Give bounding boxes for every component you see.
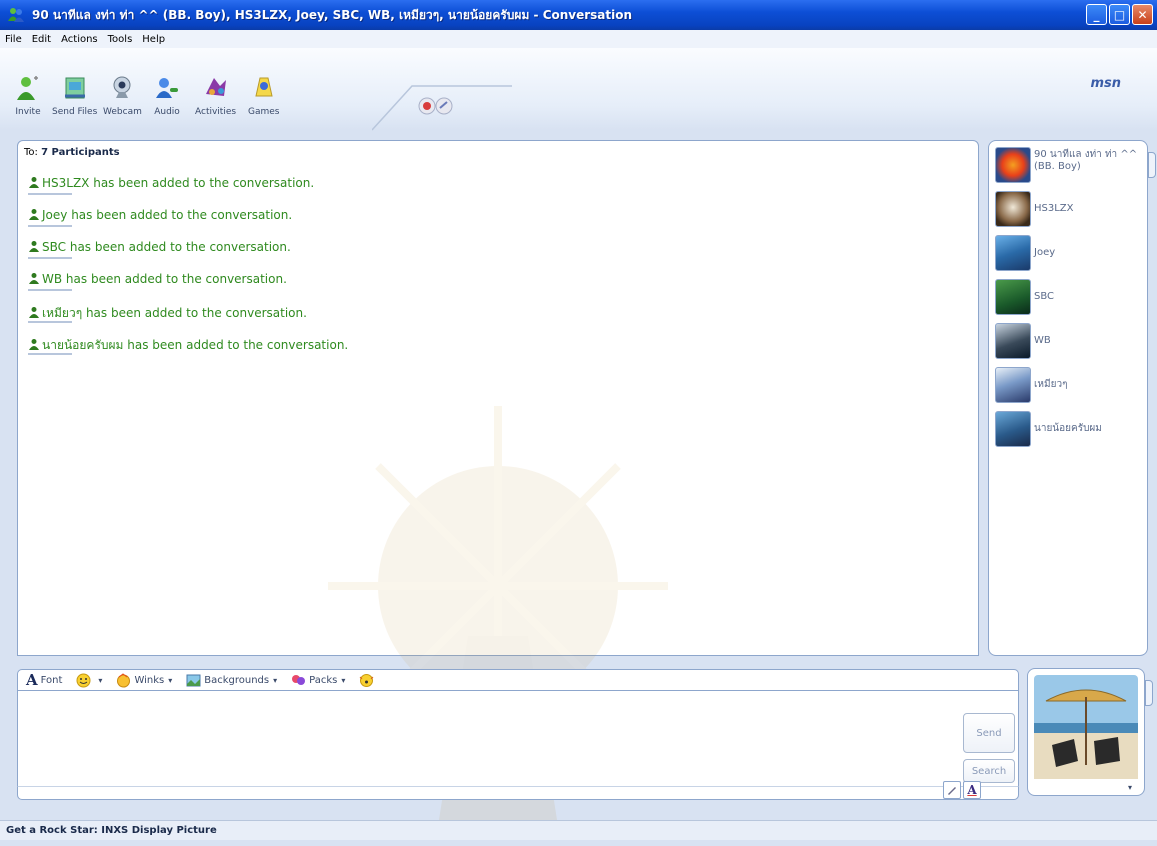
menu-edit[interactable]: Edit — [27, 34, 56, 45]
message-line: Joey has been added to the conversation. — [28, 208, 292, 227]
participant-item[interactable]: เหมียวๆ — [995, 367, 1142, 403]
participants-panel: 90 นาทีแล งท่า ท่า ^^ (BB. Boy) HS3LZX J… — [988, 140, 1148, 656]
toolbar-swoosh — [372, 85, 512, 131]
avatar — [995, 367, 1031, 403]
audio-button[interactable]: Audio — [153, 74, 181, 117]
nudge-button[interactable] — [359, 673, 377, 688]
avatar — [995, 235, 1031, 271]
text-mode-tab[interactable]: A — [963, 781, 981, 799]
winks-button[interactable]: Winks ▾ — [116, 672, 173, 688]
invite-icon — [17, 76, 38, 100]
conversation-history[interactable]: HS3LZX has been added to the conversatio… — [17, 166, 979, 826]
menu-actions[interactable]: Actions — [56, 34, 103, 45]
packs-icon — [292, 674, 306, 685]
menu-file[interactable]: File — [0, 34, 27, 45]
input-mode-tabs: A — [943, 781, 981, 799]
status-bar: Get a Rock Star: INXS Display Picture — [0, 820, 1157, 840]
participant-item[interactable]: นายน้อยครับผม — [995, 411, 1142, 447]
avatar — [995, 323, 1031, 359]
avatar — [995, 411, 1031, 447]
maximize-button[interactable]: □ — [1109, 4, 1130, 25]
message-line: นายน้อยครับผม has been added to the conv… — [28, 336, 348, 355]
to-participants-bar: To: 7 Participants — [17, 140, 979, 167]
my-display-picture[interactable] — [1034, 675, 1138, 779]
message-line: เหมียวๆ has been added to the conversati… — [28, 304, 307, 323]
person-icon — [29, 307, 39, 318]
person-icon — [29, 339, 39, 350]
close-button[interactable]: ✕ — [1132, 4, 1153, 25]
my-display-picture-panel: ▾ — [1027, 668, 1145, 796]
emoticons-button[interactable]: ▾ — [76, 673, 102, 688]
search-button[interactable]: Search — [963, 759, 1015, 783]
participants-count[interactable]: 7 Participants — [41, 147, 120, 158]
pen-icon — [948, 787, 956, 795]
message-input[interactable]: Send Search — [17, 691, 1019, 786]
participant-item[interactable]: WB — [995, 323, 1142, 359]
participant-item[interactable]: HS3LZX — [995, 191, 1142, 227]
participant-item[interactable]: SBC — [995, 279, 1142, 315]
games-button[interactable]: Games — [248, 74, 279, 117]
window-title: 90 นาทีแล งท่า ท่า ^^ (BB. Boy), HS3LZX,… — [32, 7, 633, 22]
to-label: To: — [24, 147, 38, 158]
format-toolbar: A Font ▾ Winks ▾ Backgrounds ▾ Packs ▾ — [17, 669, 1019, 691]
font-button[interactable]: A Font — [26, 671, 62, 689]
invite-button[interactable]: Invite — [14, 74, 42, 117]
chevron-down-icon: ▾ — [341, 675, 346, 685]
send-button[interactable]: Send — [963, 713, 1015, 753]
message-line: WB has been added to the conversation. — [28, 272, 287, 291]
winks-icon — [117, 672, 131, 687]
chevron-down-icon: ▾ — [98, 675, 103, 685]
person-icon — [29, 177, 39, 188]
smiley-icon — [76, 673, 91, 687]
person-icon — [29, 241, 39, 252]
send-files-button[interactable]: Send Files — [52, 74, 97, 117]
font-icon: A — [26, 671, 38, 689]
avatar — [995, 191, 1031, 227]
chevron-down-icon: ▾ — [168, 675, 173, 685]
activities-icon — [205, 78, 226, 96]
games-icon — [255, 77, 273, 97]
send-files-icon — [64, 77, 85, 99]
chevron-down-icon: ▾ — [273, 675, 278, 685]
menu-help[interactable]: Help — [137, 34, 170, 45]
msn-logo: msn — [1090, 76, 1121, 91]
avatar — [995, 279, 1031, 315]
participant-item[interactable]: Joey — [995, 235, 1142, 271]
handwriting-mode-tab[interactable] — [943, 781, 961, 799]
status-ad-link[interactable]: Get a Rock Star: INXS Display Picture — [6, 825, 217, 836]
person-icon — [29, 209, 39, 220]
msn-buddy-icon — [8, 8, 24, 22]
participant-item[interactable]: 90 นาทีแล งท่า ท่า ^^ (BB. Boy) — [995, 147, 1142, 183]
collapse-participants-button[interactable] — [1148, 152, 1156, 178]
message-line: HS3LZX has been added to the conversatio… — [28, 176, 314, 195]
avatar — [995, 147, 1031, 183]
backgrounds-button[interactable]: Backgrounds ▾ — [186, 673, 277, 688]
backgrounds-icon — [186, 674, 201, 686]
font-a-icon: A — [967, 783, 977, 797]
activities-button[interactable]: Activities — [195, 74, 236, 117]
webcam-button[interactable]: Webcam — [103, 74, 142, 117]
title-bar: 90 นาทีแล งท่า ท่า ^^ (BB. Boy), HS3LZX,… — [0, 0, 1157, 30]
nudge-icon — [360, 673, 374, 687]
menu-bar: File Edit Actions Tools Help — [0, 30, 1157, 48]
menu-tools[interactable]: Tools — [103, 34, 138, 45]
packs-button[interactable]: Packs ▾ — [291, 673, 345, 688]
webcam-icon — [113, 76, 131, 98]
editor-footer — [17, 786, 1019, 800]
person-icon — [29, 273, 39, 284]
picture-options-arrow[interactable]: ▾ — [1128, 783, 1132, 792]
minimize-button[interactable]: _ — [1086, 4, 1107, 25]
message-line: SBC has been added to the conversation. — [28, 240, 291, 259]
toolbar: Invite Send Files Webcam Audio Activitie… — [0, 48, 1157, 131]
collapse-picture-button[interactable] — [1145, 680, 1153, 706]
audio-icon — [156, 78, 178, 98]
